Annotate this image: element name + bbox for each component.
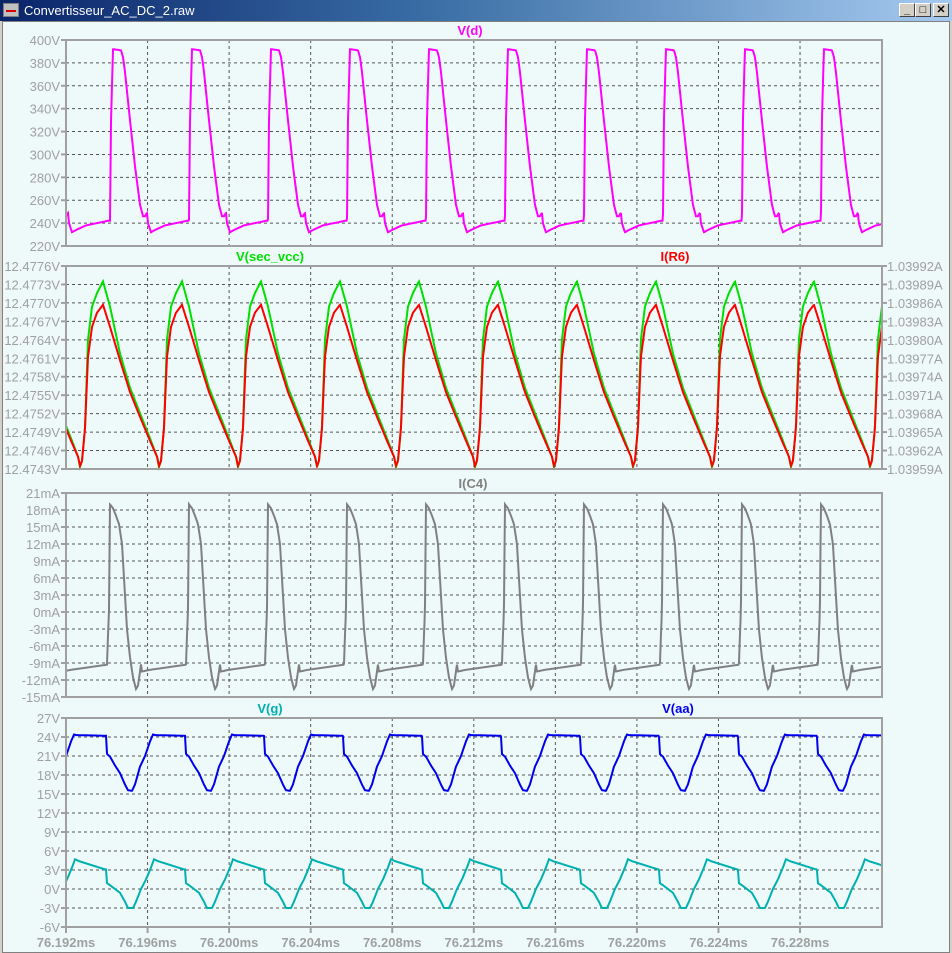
trace-label: V(g) bbox=[257, 701, 282, 716]
y-tick-label: -9mA bbox=[29, 656, 60, 671]
y-tick-label: 9V bbox=[44, 825, 60, 840]
y-tick-label: 0V bbox=[44, 882, 60, 897]
y-tick-label: 18mA bbox=[26, 503, 60, 518]
y-tick-label: 3mA bbox=[33, 588, 60, 603]
y-tick-label: 6mA bbox=[33, 571, 60, 586]
y-tick-label: 220V bbox=[30, 239, 61, 254]
y-tick-label-right: 1.03959A bbox=[887, 462, 943, 477]
y-tick-label: 12.4752V bbox=[4, 407, 60, 422]
y-tick-label: 360V bbox=[30, 79, 61, 94]
y-tick-label: 12.4755V bbox=[4, 388, 60, 403]
y-tick-label: 12.4743V bbox=[4, 462, 60, 477]
y-tick-label-right: 1.03977A bbox=[887, 351, 943, 366]
y-tick-label: -3V bbox=[40, 901, 61, 916]
y-tick-label: 380V bbox=[30, 56, 61, 71]
y-tick-label: -15mA bbox=[22, 690, 61, 705]
y-tick-label: 15V bbox=[37, 787, 60, 802]
y-tick-label: -3mA bbox=[29, 622, 60, 637]
x-tick-label: 76.228ms bbox=[771, 935, 830, 950]
y-tick-label: -12mA bbox=[22, 673, 61, 688]
y-tick-label: 12.4764V bbox=[4, 333, 60, 348]
y-tick-label-right: 1.03980A bbox=[887, 333, 943, 348]
waveform-plots[interactable]: 220V 240V 260V 280V 300V 320V 340V 360V 380V 400V… bbox=[0, 0, 952, 953]
y-tick-label: -6mA bbox=[29, 639, 60, 654]
y-tick-label: 260V bbox=[30, 193, 61, 208]
y-tick-label: 340V bbox=[30, 102, 61, 117]
y-tick-label: 21mA bbox=[26, 486, 60, 501]
y-tick-label-right: 1.03989A bbox=[887, 277, 943, 292]
x-tick-label: 76.196ms bbox=[118, 935, 177, 950]
y-tick-label: 15mA bbox=[26, 520, 60, 535]
y-tick-label: 27V bbox=[37, 711, 60, 726]
y-tick-label-right: 1.03968A bbox=[887, 407, 943, 422]
y-tick-label: 300V bbox=[30, 147, 61, 162]
y-tick-label: -6V bbox=[40, 920, 61, 935]
y-tick-label: 12.4758V bbox=[4, 370, 60, 385]
y-tick-label: 12.4749V bbox=[4, 425, 60, 440]
x-tick-label: 76.204ms bbox=[281, 935, 340, 950]
x-tick-label: 76.192ms bbox=[37, 935, 96, 950]
x-tick-label: 76.220ms bbox=[608, 935, 667, 950]
y-tick-label: 12.4776V bbox=[4, 259, 60, 274]
x-tick-label: 76.208ms bbox=[363, 935, 422, 950]
trace-label: V(aa) bbox=[662, 701, 694, 716]
y-tick-label: 12.4770V bbox=[4, 296, 60, 311]
y-tick-label-right: 1.03983A bbox=[887, 314, 943, 329]
y-tick-label: 3V bbox=[44, 863, 60, 878]
y-tick-label: 9mA bbox=[33, 554, 60, 569]
trace-label: V(sec_vcc) bbox=[236, 249, 304, 264]
y-tick-label: 400V bbox=[30, 33, 61, 48]
y-tick-label: 18V bbox=[37, 768, 60, 783]
x-tick-label: 76.216ms bbox=[526, 935, 585, 950]
y-tick-label: 12.4746V bbox=[4, 444, 60, 459]
trace-label: V(d) bbox=[457, 23, 482, 38]
y-tick-label-right: 1.03971A bbox=[887, 388, 943, 403]
y-tick-label: 280V bbox=[30, 170, 61, 185]
y-tick-label-right: 1.03986A bbox=[887, 296, 943, 311]
x-tick-label: 76.200ms bbox=[200, 935, 259, 950]
y-tick-label: 24V bbox=[37, 730, 60, 745]
x-tick-label: 76.224ms bbox=[689, 935, 748, 950]
y-tick-label: 12V bbox=[37, 806, 60, 821]
trace-label: I(R6) bbox=[661, 249, 690, 264]
y-tick-label: 21V bbox=[37, 749, 60, 764]
y-tick-label: 12.4761V bbox=[4, 351, 60, 366]
y-tick-label-right: 1.03992A bbox=[887, 259, 943, 274]
y-tick-label: 12.4773V bbox=[4, 277, 60, 292]
y-tick-label: 12mA bbox=[26, 537, 60, 552]
trace-label: I(C4) bbox=[459, 476, 488, 491]
y-tick-label: 320V bbox=[30, 125, 61, 140]
y-tick-label: 12.4767V bbox=[4, 314, 60, 329]
x-tick-label: 76.212ms bbox=[445, 935, 504, 950]
y-tick-label: 6V bbox=[44, 844, 60, 859]
y-tick-label-right: 1.03965A bbox=[887, 425, 943, 440]
y-tick-label-right: 1.03974A bbox=[887, 370, 943, 385]
y-tick-label-right: 1.03962A bbox=[887, 444, 943, 459]
y-tick-label: 240V bbox=[30, 216, 61, 231]
y-tick-label: 0mA bbox=[33, 605, 60, 620]
